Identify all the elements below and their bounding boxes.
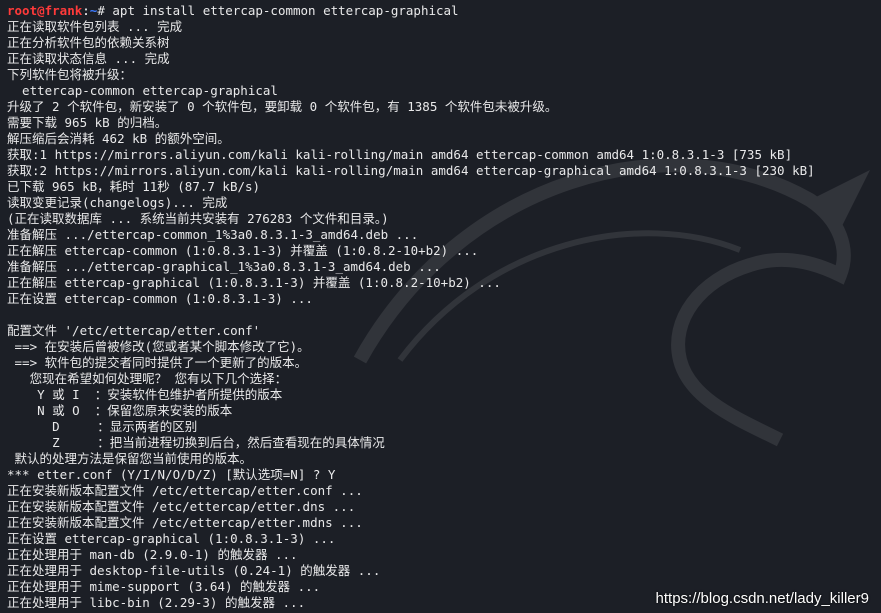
- output-line: ettercap-common ettercap-graphical: [7, 83, 278, 98]
- output-line: 正在分析软件包的依赖关系树: [7, 35, 170, 50]
- output-line: 下列软件包将被升级：: [7, 67, 133, 82]
- output-line: 正在安装新版本配置文件 /etc/ettercap/etter.conf ...: [7, 483, 363, 498]
- output-line: 正在安装新版本配置文件 /etc/ettercap/etter.mdns ...: [7, 515, 363, 530]
- output-line: D ：显示两者的区别: [7, 419, 198, 434]
- output-line: 解压缩后会消耗 462 kB 的额外空间。: [7, 131, 230, 146]
- output-line: 默认的处理方法是保留您当前使用的版本。: [7, 451, 253, 466]
- prompt-user-host: root@frank: [7, 3, 83, 18]
- output-line: 正在处理用于 desktop-file-utils (0.24-1) 的触发器 …: [7, 563, 381, 578]
- output-line: 正在解压 ettercap-graphical (1:0.8.3.1-3) 并覆…: [7, 275, 501, 290]
- terminal-window[interactable]: root@frank:~# apt install ettercap-commo…: [0, 0, 881, 613]
- watermark-url: https://blog.csdn.net/lady_killer9: [655, 590, 869, 607]
- output-line: 正在解压 ettercap-common (1:0.8.3.1-3) 并覆盖 (…: [7, 243, 479, 258]
- command-line: root@frank:~# apt install ettercap-commo…: [7, 3, 815, 19]
- output-line: ==> 在安装后曾被修改(您或者某个脚本修改了它)。: [7, 339, 310, 354]
- output-line: (正在读取数据库 ... 系统当前共安装有 276283 个文件和目录。): [7, 211, 389, 226]
- output-line: 正在处理用于 man-db (2.9.0-1) 的触发器 ...: [7, 547, 298, 562]
- terminal-output: root@frank:~# apt install ettercap-commo…: [7, 3, 815, 611]
- output-line: 您现在希望如何处理呢？ 您有以下几个选择：: [7, 371, 288, 386]
- output-line: 已下载 965 kB，耗时 11秒 (87.7 kB/s): [7, 179, 261, 194]
- output-line: Y 或 I ：安装软件包维护者所提供的版本: [7, 387, 283, 402]
- output-line: 需要下载 965 kB 的归档。: [7, 115, 168, 130]
- output-line: 读取变更记录(changelogs)... 完成: [7, 195, 228, 210]
- output-line: 正在读取软件包列表 ... 完成: [7, 19, 183, 34]
- prompt-symbol: #: [97, 3, 113, 18]
- output-line: 准备解压 .../ettercap-common_1%3a0.8.3.1-3_a…: [7, 227, 419, 242]
- output-line: N 或 O ：保留您原来安装的版本: [7, 403, 233, 418]
- output-line: 正在设置 ettercap-graphical (1:0.8.3.1-3) ..…: [7, 531, 336, 546]
- output-line: ==> 软件包的提交者同时提供了一个更新了的版本。: [7, 355, 308, 370]
- output-line: Z ：把当前进程切换到后台，然后查看现在的具体情况: [7, 435, 385, 450]
- output-line: 升级了 2 个软件包，新安装了 0 个软件包，要卸载 0 个软件包，有 1385…: [7, 99, 558, 114]
- output-line: 准备解压 .../ettercap-graphical_1%3a0.8.3.1-…: [7, 259, 441, 274]
- output-line: 正在设置 ettercap-common (1:0.8.3.1-3) ...: [7, 291, 313, 306]
- output-line: 正在读取状态信息 ... 完成: [7, 51, 170, 66]
- output-line: 获取:2 https://mirrors.aliyun.com/kali kal…: [7, 163, 815, 178]
- output-line: 正在安装新版本配置文件 /etc/ettercap/etter.dns ...: [7, 499, 356, 514]
- prompt-separator: :: [82, 3, 90, 18]
- output-line: 获取:1 https://mirrors.aliyun.com/kali kal…: [7, 147, 793, 162]
- output-line: *** etter.conf (Y/I/N/O/D/Z) [默认选项=N] ? …: [7, 467, 336, 482]
- output-line: 配置文件 '/etc/ettercap/etter.conf': [7, 323, 261, 338]
- command-text: apt install ettercap-common ettercap-gra…: [112, 3, 459, 18]
